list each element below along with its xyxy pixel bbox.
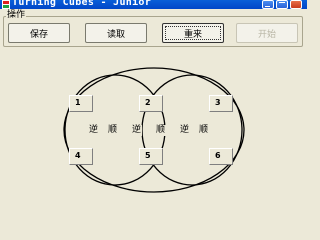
title-bar: Turning Cubes - Junior bbox=[0, 0, 307, 9]
tile-3[interactable]: 3 bbox=[209, 95, 233, 112]
tile-5[interactable]: 5 bbox=[139, 148, 163, 165]
ring-1-cw-button[interactable]: 顺 bbox=[107, 125, 119, 136]
ring-2-ccw-button[interactable]: 逆 bbox=[131, 125, 143, 136]
maximize-button[interactable] bbox=[276, 0, 288, 9]
load-button[interactable]: 读取 bbox=[85, 23, 147, 43]
ring-3-ccw-button[interactable]: 逆 bbox=[179, 125, 191, 136]
operations-group-label: 操作 bbox=[6, 10, 27, 21]
tile-1[interactable]: 1 bbox=[69, 95, 93, 112]
ring-2-cw-button[interactable]: 顺 bbox=[155, 125, 167, 136]
window-title: Turning Cubes - Junior bbox=[12, 0, 152, 8]
save-button[interactable]: 保存 bbox=[8, 23, 70, 43]
tile-6[interactable]: 6 bbox=[209, 148, 233, 165]
app-icon bbox=[2, 0, 10, 9]
tile-2[interactable]: 2 bbox=[139, 95, 163, 112]
ring-1-ccw-button[interactable]: 逆 bbox=[88, 125, 100, 136]
start-button: 开始 bbox=[236, 23, 298, 43]
reset-button[interactable]: 重来 bbox=[162, 23, 224, 43]
close-button[interactable] bbox=[290, 0, 302, 9]
tile-4[interactable]: 4 bbox=[69, 148, 93, 165]
minimize-button[interactable] bbox=[262, 0, 274, 9]
ring-3-cw-button[interactable]: 顺 bbox=[198, 125, 210, 136]
